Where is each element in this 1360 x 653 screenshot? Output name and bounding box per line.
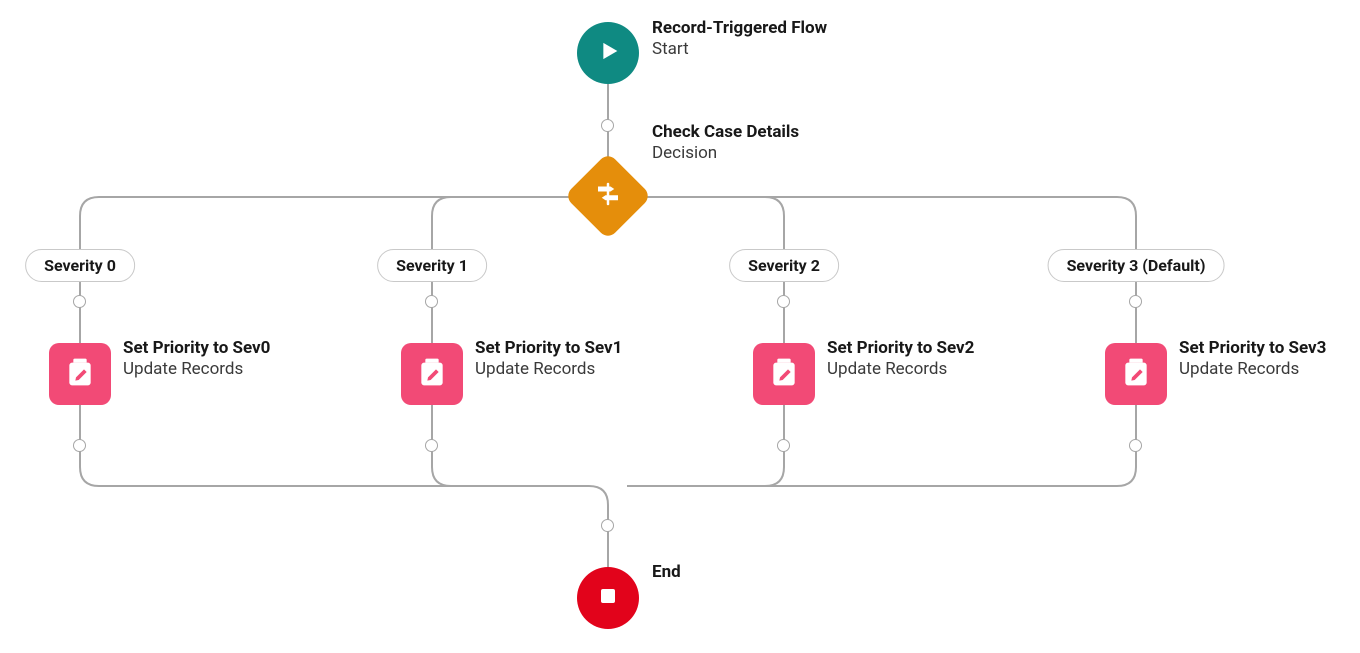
play-icon — [594, 37, 622, 69]
update-node-sev0[interactable] — [49, 343, 111, 405]
connectors — [0, 0, 1360, 653]
branch-pill-sev0[interactable]: Severity 0 — [25, 249, 135, 282]
start-title: Record-Triggered Flow — [652, 18, 827, 39]
update-node-sev3[interactable] — [1105, 343, 1167, 405]
end-title: End — [652, 562, 681, 583]
branch-pill-sev1[interactable]: Severity 1 — [377, 249, 487, 282]
stop-icon — [596, 584, 620, 612]
action-title: Set Priority to Sev0 — [123, 338, 270, 359]
add-element-dot[interactable] — [425, 295, 438, 308]
decision-title: Check Case Details — [652, 122, 799, 143]
add-element-dot[interactable] — [1129, 295, 1142, 308]
start-node[interactable] — [577, 22, 639, 84]
decision-node-label: Check Case Details Decision — [652, 122, 799, 165]
action-subtitle: Update Records — [475, 359, 622, 380]
decision-node[interactable] — [564, 152, 652, 240]
branch-pill-sev3[interactable]: Severity 3 (Default) — [1048, 249, 1225, 282]
add-element-dot[interactable] — [73, 439, 86, 452]
end-node[interactable] — [577, 567, 639, 629]
update-node-sev2-label: Set Priority to Sev2 Update Records — [827, 338, 974, 381]
update-node-sev3-label: Set Priority to Sev3 Update Records — [1179, 338, 1326, 381]
update-node-sev0-label: Set Priority to Sev0 Update Records — [123, 338, 270, 381]
start-node-label: Record-Triggered Flow Start — [652, 18, 827, 61]
action-subtitle: Update Records — [123, 359, 270, 380]
add-element-dot[interactable] — [601, 519, 614, 532]
add-element-dot[interactable] — [425, 439, 438, 452]
signpost-icon — [593, 179, 623, 213]
action-subtitle: Update Records — [1179, 359, 1326, 380]
action-title: Set Priority to Sev2 — [827, 338, 974, 359]
branch-label: Severity 2 — [748, 256, 820, 275]
action-title: Set Priority to Sev1 — [475, 338, 622, 359]
action-title: Set Priority to Sev3 — [1179, 338, 1326, 359]
branch-label: Severity 0 — [44, 256, 116, 275]
clipboard-edit-icon — [416, 356, 448, 392]
start-subtitle: Start — [652, 39, 827, 60]
branch-label: Severity 1 — [396, 256, 468, 275]
update-node-sev1-label: Set Priority to Sev1 Update Records — [475, 338, 622, 381]
clipboard-edit-icon — [1120, 356, 1152, 392]
clipboard-edit-icon — [768, 356, 800, 392]
add-element-dot[interactable] — [777, 439, 790, 452]
decision-subtitle: Decision — [652, 143, 799, 164]
add-element-dot[interactable] — [1129, 439, 1142, 452]
add-element-dot[interactable] — [777, 295, 790, 308]
flow-canvas[interactable]: Record-Triggered Flow Start Check Case D… — [0, 0, 1360, 653]
clipboard-edit-icon — [64, 356, 96, 392]
action-subtitle: Update Records — [827, 359, 974, 380]
end-node-label: End — [652, 562, 681, 583]
update-node-sev2[interactable] — [753, 343, 815, 405]
branch-pill-sev2[interactable]: Severity 2 — [729, 249, 839, 282]
add-element-dot[interactable] — [73, 295, 86, 308]
add-element-dot[interactable] — [601, 119, 614, 132]
update-node-sev1[interactable] — [401, 343, 463, 405]
branch-label: Severity 3 (Default) — [1067, 256, 1206, 275]
